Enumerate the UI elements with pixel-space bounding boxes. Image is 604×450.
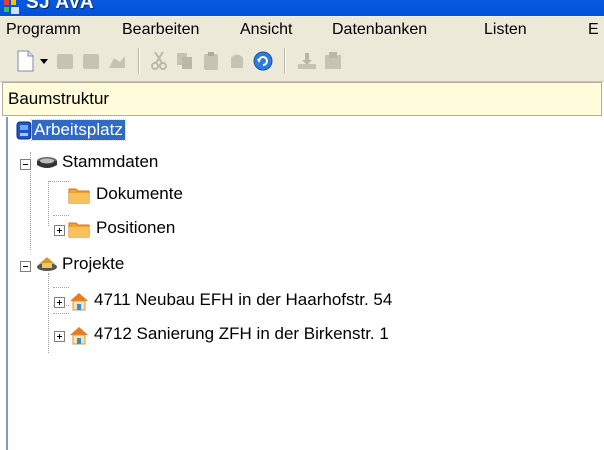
menu-programm[interactable]: Programm	[6, 21, 81, 39]
delete-icon	[226, 50, 248, 72]
expand-toggle[interactable]	[54, 225, 65, 236]
tree-node-project[interactable]: 4711 Neubau EFH in der Haarhofstr. 54	[10, 287, 604, 317]
menu-datenbanken[interactable]: Datenbanken	[332, 21, 427, 39]
window-title: SJ AVA	[26, 0, 95, 13]
tree-view[interactable]: Arbeitsplatz Stammdaten Dokumente Positi…	[6, 117, 604, 450]
tree-label-positionen[interactable]: Positionen	[94, 218, 177, 238]
panel-title: Baumstruktur	[8, 89, 110, 108]
toolbar-separator	[284, 48, 285, 74]
refresh-icon[interactable]	[252, 50, 274, 72]
tree-node-stammdaten[interactable]: Stammdaten	[10, 149, 310, 179]
menu-extras[interactable]: E	[588, 21, 599, 39]
tree-label-stammdaten[interactable]: Stammdaten	[60, 152, 160, 172]
app-icon[interactable]	[4, 0, 20, 14]
house-icon	[68, 325, 88, 345]
export-icon	[322, 50, 344, 72]
toolbar	[0, 41, 604, 82]
collapse-toggle[interactable]	[20, 159, 31, 170]
save-icon	[54, 50, 76, 72]
tree-node-positionen[interactable]: Positionen	[10, 215, 310, 245]
toolbar-separator	[138, 48, 139, 74]
folder-icon	[68, 185, 90, 205]
paste-icon	[200, 50, 222, 72]
menu-bearbeiten[interactable]: Bearbeiten	[122, 21, 199, 39]
tree-label-dokumente[interactable]: Dokumente	[94, 184, 185, 204]
panel-header: Baumstruktur	[2, 82, 602, 116]
expand-toggle[interactable]	[54, 331, 65, 342]
tree-node-dokumente[interactable]: Dokumente	[10, 181, 310, 211]
tree-node-projekte[interactable]: Projekte	[10, 251, 310, 281]
cut-icon	[148, 50, 170, 72]
tree-label-projekte[interactable]: Projekte	[60, 254, 126, 274]
collapse-toggle[interactable]	[20, 261, 31, 272]
tree-label-project-4711[interactable]: 4711 Neubau EFH in der Haarhofstr. 54	[92, 290, 394, 310]
dropdown-arrow-icon[interactable]	[38, 50, 50, 72]
tree-label-project-4712[interactable]: 4712 Sanierung ZFH in der Birkenstr. 1	[92, 324, 391, 344]
tree-label-arbeitsplatz[interactable]: Arbeitsplatz	[31, 119, 126, 141]
print-icon	[80, 50, 102, 72]
title-bar: SJ AVA	[0, 0, 604, 16]
database-icon	[36, 153, 57, 173]
tree-node-project[interactable]: 4712 Sanierung ZFH in der Birkenstr. 1	[10, 321, 604, 351]
copy-icon	[174, 50, 196, 72]
menu-bar: Programm Bearbeiten Ansicht Datenbanken …	[0, 16, 604, 42]
tools-icon	[106, 50, 128, 72]
house-icon	[68, 291, 88, 311]
tree-node-arbeitsplatz[interactable]: Arbeitsplatz	[10, 117, 310, 147]
menu-listen[interactable]: Listen	[484, 21, 527, 39]
expand-toggle[interactable]	[54, 297, 65, 308]
computer-icon	[14, 121, 34, 141]
new-document-icon[interactable]	[14, 50, 36, 72]
import-icon	[296, 50, 318, 72]
folder-icon	[68, 219, 90, 239]
menu-ansicht[interactable]: Ansicht	[240, 21, 292, 39]
projects-icon	[36, 255, 57, 275]
